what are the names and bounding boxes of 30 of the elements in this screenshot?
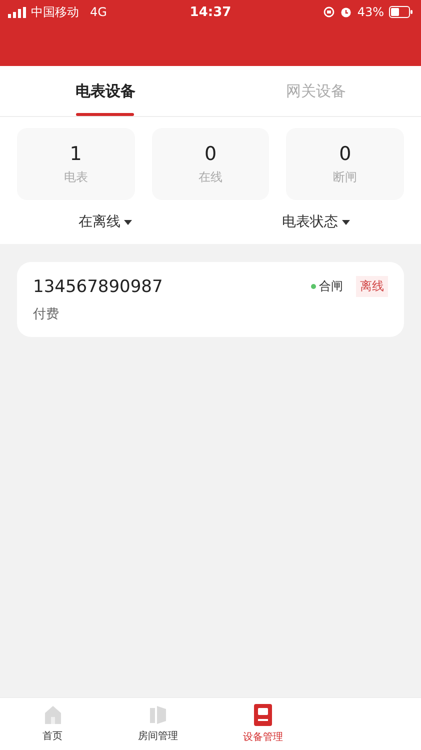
status-tag: 离线 [356,276,388,297]
door-icon [148,705,168,725]
filter-dropdown[interactable]: 电表状态 [210,200,421,244]
caret-icon [342,220,350,224]
stat-label: 电表 [64,168,88,186]
meter-icon [254,704,272,726]
meter-number: 134567890987 [33,276,163,296]
clock-time: 14:37 [190,4,232,20]
battery-percent: 43% [357,5,384,19]
alarm-icon [340,6,352,18]
stat-value: 0 [339,142,352,164]
stat-value: 1 [70,142,82,164]
stat-label: 断闸 [333,168,358,186]
meter-type: 付费 [33,306,59,323]
stat-label: 在线 [198,168,222,186]
house-icon [42,705,63,725]
caret-icon [124,220,132,224]
tab[interactable]: 电表设备 [0,66,210,116]
filter-dropdown[interactable]: 在离线 [0,200,210,244]
stat-value: 0 [204,142,217,164]
carrier-name: 中国移动 [31,4,79,20]
nav-item[interactable]: 设备管理 [210,698,316,750]
nav-item[interactable]: 房间管理 [105,698,210,750]
meter-card[interactable]: 134567890987 合闸 离线 付费 [17,262,404,337]
signal-icon [8,6,26,18]
rotation-lock-icon [323,6,336,18]
nav-item[interactable]: 首页 [0,698,106,750]
battery-icon [388,6,413,18]
switch-state: 合闸 [319,278,343,295]
network-type: 4G [90,5,107,19]
